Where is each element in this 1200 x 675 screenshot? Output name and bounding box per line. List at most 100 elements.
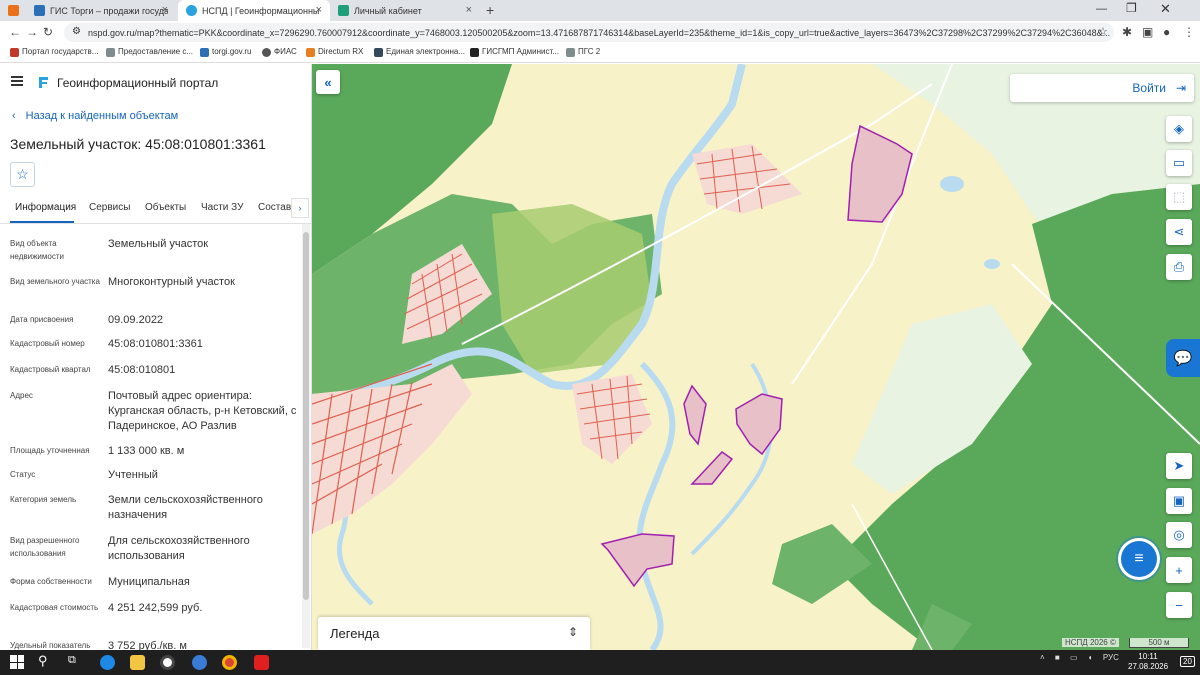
browser-tab-cabinet[interactable]: Личный кабинет ×: [330, 0, 480, 21]
bookmark-item[interactable]: torgi.gov.ru: [200, 47, 251, 57]
network-icon[interactable]: ▭: [1070, 653, 1078, 662]
yandex-browser-icon[interactable]: [192, 655, 207, 670]
close-tab-icon[interactable]: ×: [466, 4, 472, 16]
navigate-button[interactable]: ➤: [1166, 453, 1192, 479]
document-icon: [106, 48, 115, 57]
reload-icon[interactable]: ↻: [43, 25, 53, 39]
chat-button[interactable]: 💬: [1166, 339, 1200, 377]
field-value: Муниципальная: [108, 576, 190, 588]
minimize-window-button[interactable]: —: [1096, 3, 1107, 15]
field-value: Многоконтурный участок: [108, 276, 235, 288]
chrome-icon[interactable]: [222, 655, 237, 670]
tabs-scroll-button[interactable]: ›: [291, 198, 309, 218]
browser-menu-icon[interactable]: ⋮: [1183, 25, 1195, 39]
bookmark-item[interactable]: Единая электронна...: [374, 47, 465, 57]
share-button[interactable]: ⋖: [1166, 219, 1192, 245]
field-value: Для сельскохозяйственного использования: [108, 535, 250, 562]
new-tab-button[interactable]: +: [486, 2, 494, 18]
sidebar-icon[interactable]: ▣: [1142, 25, 1153, 39]
back-arrow-icon[interactable]: ←: [9, 25, 21, 39]
clock-date: 27.08.2026: [1128, 662, 1169, 671]
file-explorer-icon[interactable]: [130, 655, 145, 670]
profile-icon[interactable]: ●: [1163, 25, 1170, 39]
close-tab-icon[interactable]: ×: [316, 4, 322, 16]
print-button[interactable]: ⎙: [1166, 254, 1192, 280]
chevron-updown-icon: ⇕: [567, 625, 578, 639]
login-button[interactable]: Войти ⇥: [1010, 74, 1194, 102]
menu-icon[interactable]: [11, 76, 23, 86]
bookmark-star-icon[interactable]: ☆: [1098, 25, 1108, 38]
panel-scrollbar[interactable]: [302, 224, 310, 648]
tab-information[interactable]: Информация: [15, 202, 76, 213]
portal-logo-icon: [39, 77, 48, 88]
bookmark-item[interactable]: Directum RX: [306, 47, 363, 57]
tab-composition[interactable]: Состав: [258, 202, 291, 213]
tab-services[interactable]: Сервисы: [89, 202, 130, 213]
volume-icon[interactable]: ◖: [1088, 653, 1093, 662]
nspd-favicon-icon: [186, 5, 197, 16]
map-canvas[interactable]: « Войти ⇥ ◈ ▭ ⬚ ⋖ ⎙ 💬 ➤ ▣ ◎ + − ≡ Легенд…: [312, 64, 1200, 650]
app-icon[interactable]: [160, 655, 175, 670]
maximize-window-button[interactable]: ❐: [1126, 1, 1137, 15]
measure-button[interactable]: ▭: [1166, 150, 1192, 176]
search-icon[interactable]: ⚲: [38, 653, 48, 669]
add-favorite-button[interactable]: ☆: [10, 162, 35, 187]
login-label: Войти: [1132, 81, 1166, 95]
language-indicator[interactable]: РУС: [1103, 653, 1119, 662]
tab-parts[interactable]: Части ЗУ: [201, 202, 243, 213]
extensions-icon[interactable]: ✱: [1122, 25, 1132, 39]
field-label: Адрес: [10, 391, 33, 400]
login-icon: ⇥: [1175, 81, 1186, 95]
bookmark-item[interactable]: ФИАС: [262, 47, 297, 57]
field-label: Вид разрешенного использования: [10, 536, 80, 558]
lake: [984, 259, 1000, 269]
gisgmp-icon: [470, 48, 479, 57]
zoom-in-button[interactable]: +: [1166, 557, 1192, 583]
scrollbar-thumb[interactable]: [303, 232, 309, 600]
close-window-button[interactable]: ✕: [1160, 1, 1171, 17]
close-tab-icon[interactable]: ×: [162, 4, 168, 16]
site-info-icon[interactable]: ⚙: [72, 26, 81, 37]
tray-chevron-icon[interactable]: ˄: [1040, 653, 1045, 662]
locate-button[interactable]: ◎: [1166, 522, 1192, 548]
layers-button[interactable]: ◈: [1166, 116, 1192, 142]
zoom-out-icon: −: [1175, 597, 1183, 613]
torgi-favicon-icon: [34, 5, 45, 16]
field-value: 4 251 242,599 руб.: [108, 602, 203, 614]
bookmarks-bar: Портал государств... Предоставление с...…: [0, 44, 1200, 63]
bookmark-item[interactable]: ПГС 2: [566, 47, 600, 57]
layers-icon: ◈: [1174, 121, 1184, 136]
pdf-reader-icon[interactable]: [254, 655, 269, 670]
chevron-left-icon: ‹: [12, 110, 16, 122]
tab-objects[interactable]: Объекты: [145, 202, 186, 213]
notifications-badge[interactable]: 20: [1180, 656, 1195, 667]
bookmark-item[interactable]: ГИСГМП Админист...: [470, 47, 559, 57]
pgs-icon: [566, 48, 575, 57]
field-label: Статус: [10, 470, 36, 479]
edge-browser-icon[interactable]: [100, 655, 115, 670]
tab-search-button[interactable]: [0, 0, 22, 21]
basemap-button[interactable]: ▣: [1166, 488, 1192, 514]
task-view-icon[interactable]: ⧉: [68, 654, 76, 667]
select-area-button[interactable]: ⬚: [1166, 184, 1192, 210]
address-bar[interactable]: ⚙ nspd.gov.ru/map?thematic=PKK&coordinat…: [64, 23, 1114, 42]
chat-icon: 💬: [1173, 350, 1193, 367]
back-to-results-link[interactable]: ‹ Назад к найденным объектам: [12, 110, 178, 122]
bookmark-item[interactable]: Предоставление с...: [106, 47, 193, 57]
legend-toggle[interactable]: Легенда ⇕: [318, 617, 590, 650]
browser-tab-label: Личный кабинет: [354, 5, 422, 16]
directum-icon: [306, 48, 315, 57]
bookmark-item[interactable]: Портал государств...: [10, 47, 98, 57]
browser-tab-torgi[interactable]: ГИС Торги – продажи государс ×: [26, 0, 176, 21]
browser-tab-nspd[interactable]: НСПД | Геоинформационный п ×: [178, 0, 330, 21]
field-label: Кадастровый номер: [10, 339, 85, 348]
system-tray: ˄ ■ ▭ ◖ РУС: [1040, 653, 1119, 662]
zoom-out-button[interactable]: −: [1166, 592, 1192, 618]
help-chat-button[interactable]: ≡: [1121, 541, 1157, 577]
tray-app-icon[interactable]: ■: [1055, 653, 1060, 662]
forward-arrow-icon[interactable]: →: [26, 25, 38, 39]
collapse-panel-button[interactable]: «: [316, 70, 340, 94]
land-parcel-contour: [735, 393, 783, 456]
taskbar-clock[interactable]: 10:11 27.08.2026: [1128, 652, 1168, 672]
windows-start-icon[interactable]: [10, 655, 24, 669]
